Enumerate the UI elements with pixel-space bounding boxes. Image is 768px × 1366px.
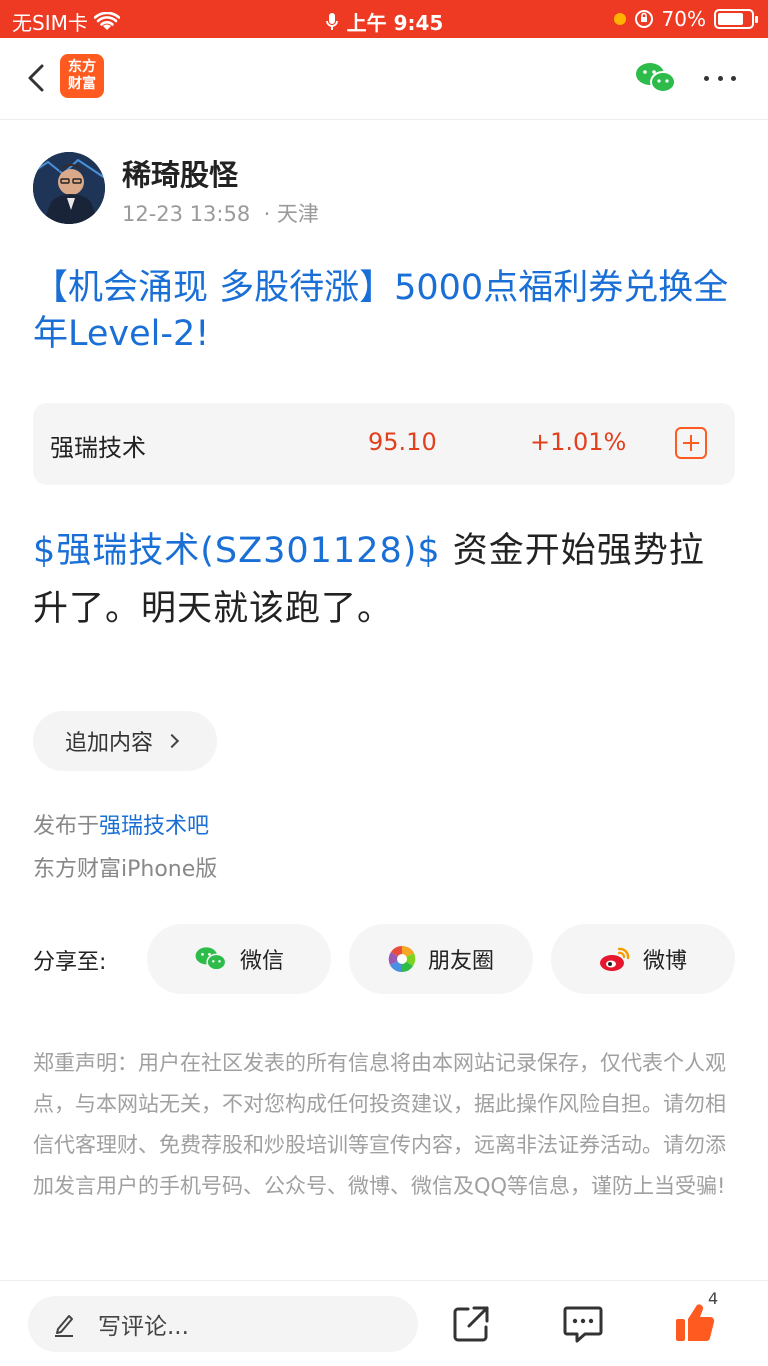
add-watchlist-icon[interactable] (675, 427, 707, 459)
battery-icon (714, 9, 758, 29)
append-content-button[interactable]: 追加内容 (33, 711, 217, 771)
app-logo[interactable]: 东方 财富 (60, 54, 104, 98)
battery-percent: 70% (661, 7, 706, 31)
logo-line-2: 财富 (68, 76, 96, 92)
share-icon[interactable] (452, 1305, 490, 1343)
more-icon[interactable] (700, 60, 740, 96)
recording-dot-icon (613, 13, 626, 25)
bottom-bar: 写评论... 4 (0, 1280, 768, 1366)
orientation-lock-icon (634, 10, 653, 28)
stock-change: +1.01% (530, 428, 627, 456)
like-count: 4 (708, 1289, 719, 1308)
forum-link[interactable]: 强瑞技术吧 (99, 814, 209, 839)
avatar[interactable] (33, 152, 105, 224)
post-meta: 12-23 13:58 · 天津 (122, 198, 319, 228)
author-name[interactable]: 稀琦股怪 (122, 152, 238, 194)
comment-placeholder: 写评论... (98, 1314, 189, 1340)
pen-icon (55, 1315, 73, 1337)
stock-card[interactable]: 强瑞技术 95.10 +1.01% (33, 403, 735, 485)
published-in: 发布于强瑞技术吧 (33, 808, 209, 840)
published-prefix: 发布于 (33, 814, 100, 839)
back-icon[interactable] (20, 60, 56, 96)
logo-line-1: 东方 (68, 59, 96, 75)
post-body: $强瑞技术(SZ301128)$ 资金开始强势拉升了。明天就该跑了。 (33, 522, 738, 638)
post-title[interactable]: 【机会涌现 多股待涨】5000点福利券兑换全年Level-2! (33, 265, 738, 357)
comment-input[interactable]: 写评论... (28, 1296, 418, 1352)
share-weibo-label: 微博 (642, 949, 687, 974)
append-content-label: 追加内容 (65, 731, 154, 756)
stock-link[interactable]: $强瑞技术(SZ301128)$ (33, 531, 441, 571)
stock-name: 强瑞技术 (50, 434, 146, 462)
share-moments-button[interactable]: 朋友圈 (349, 924, 533, 994)
share-wechat-label: 微信 (239, 949, 284, 974)
wechat-icon[interactable] (634, 60, 678, 96)
share-label: 分享至: (33, 950, 107, 975)
clock: 上午 9:45 (346, 11, 444, 35)
chevron-right-icon (164, 733, 180, 749)
disclaimer: 郑重声明：用户在社区发表的所有信息将由本网站记录保存，仅代表个人观点，与本网站无… (33, 1051, 726, 1198)
share-moments-label: 朋友圈 (427, 949, 494, 974)
client-label: 东方财富iPhone版 (33, 857, 218, 882)
wechat-icon (195, 947, 227, 971)
stock-price: 95.10 (368, 428, 437, 456)
share-weibo-button[interactable]: 微博 (551, 924, 735, 994)
microphone-icon (325, 12, 338, 30)
comment-icon[interactable] (563, 1305, 603, 1343)
nav-bar: 东方 财富 (0, 38, 768, 120)
share-wechat-button[interactable]: 微信 (147, 924, 331, 994)
post-location: · 天津 (263, 202, 319, 226)
post-time: 12-23 13:58 (122, 202, 251, 226)
moments-icon (388, 945, 416, 973)
status-bar: 无SIM卡 上午 9:45 70% (0, 0, 768, 38)
weibo-icon (599, 947, 630, 971)
